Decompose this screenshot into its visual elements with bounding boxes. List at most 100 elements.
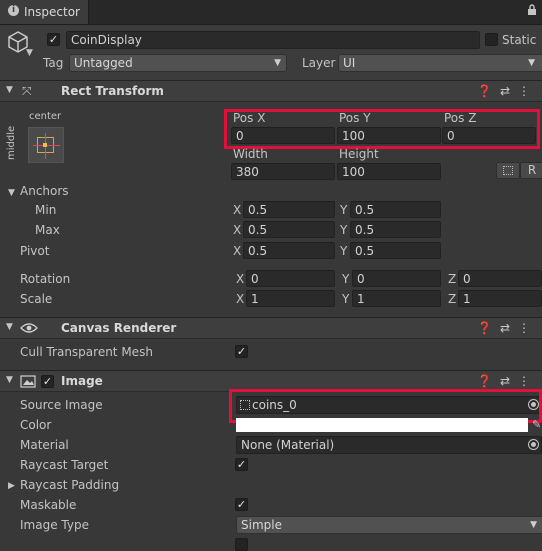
- pivot-x-axis: X: [233, 244, 242, 258]
- pivot-x-field[interactable]: 0.5: [243, 242, 335, 259]
- blueprint-icon: [503, 166, 513, 175]
- layer-label: Layer: [302, 56, 336, 70]
- scale-label: Scale: [20, 292, 53, 306]
- image-type-label: Image Type: [20, 518, 89, 532]
- active-checkbox[interactable]: ✓: [47, 33, 60, 46]
- material-field[interactable]: None (Material): [236, 436, 542, 454]
- anchor-preset-side-label: middle: [6, 125, 17, 160]
- anchor-preset-top-label: center: [29, 111, 62, 122]
- tab-inspector[interactable]: i Inspector: [0, 0, 89, 24]
- static-label: Static: [502, 33, 537, 47]
- source-image-label: Source Image: [20, 398, 103, 412]
- material-label: Material: [20, 438, 69, 452]
- menu-icon[interactable]: ⋮: [518, 374, 538, 388]
- tag-label: Tag: [43, 56, 64, 70]
- canvas-renderer-header[interactable]: ▼ Canvas Renderer ❓⇄⋮: [0, 317, 542, 339]
- section-title: Canvas Renderer: [61, 321, 177, 335]
- rect-transform-icon: ⤧: [22, 84, 32, 98]
- raycast-target-label: Raycast Target: [20, 458, 109, 472]
- static-checkbox[interactable]: [485, 33, 498, 46]
- menu-icon[interactable]: ⋮: [518, 84, 538, 98]
- max-x-field[interactable]: 0.5: [243, 221, 335, 238]
- anchor-preset-button[interactable]: [28, 127, 64, 163]
- rot-z-axis: Z: [448, 272, 457, 286]
- preset-icon[interactable]: ⇄: [500, 84, 518, 98]
- raw-edit-button[interactable]: R: [520, 162, 542, 179]
- rotation-x-field[interactable]: 0: [246, 270, 335, 287]
- dropdown-arrow-icon: ▼: [274, 58, 281, 68]
- max-x-axis: X: [233, 223, 242, 237]
- foldout-arrow-icon: ▼: [6, 85, 13, 95]
- header-tools[interactable]: ❓⇄⋮: [477, 374, 538, 388]
- header-tools[interactable]: ❓⇄⋮: [477, 84, 538, 98]
- min-x-axis: X: [233, 203, 242, 217]
- maskable-checkbox[interactable]: ✓: [235, 498, 248, 511]
- object-name-field[interactable]: CoinDisplay: [66, 31, 480, 49]
- preset-icon[interactable]: ⇄: [500, 321, 518, 335]
- maskable-label: Maskable: [20, 498, 77, 512]
- min-y-field[interactable]: 0.5: [350, 201, 441, 218]
- scale-y-axis: Y: [342, 292, 350, 306]
- tab-label: Inspector: [24, 5, 80, 19]
- eye-icon: [20, 322, 38, 337]
- help-icon[interactable]: ❓: [477, 84, 500, 98]
- scale-z-axis: Z: [448, 292, 457, 306]
- info-icon: i: [8, 5, 19, 16]
- rotation-label: Rotation: [20, 272, 71, 286]
- preset-icon[interactable]: ⇄: [500, 374, 518, 388]
- pivot-label: Pivot: [20, 244, 50, 258]
- scale-y-field[interactable]: 1: [352, 290, 441, 307]
- anchor-dot: [43, 143, 47, 147]
- layer-dropdown[interactable]: UI ▼: [338, 54, 542, 72]
- foldout-arrow-icon: ▼: [6, 375, 13, 385]
- cull-transparent-checkbox[interactable]: ✓: [235, 345, 248, 358]
- raycast-padding-label: Raycast Padding: [20, 478, 120, 492]
- height-label: Height: [339, 147, 379, 161]
- width-label: Width: [233, 147, 268, 161]
- image-enabled-checkbox[interactable]: ✓: [41, 375, 54, 388]
- eyedropper-icon[interactable]: ✎: [532, 418, 541, 431]
- rot-y-axis: Y: [342, 272, 350, 286]
- anchors-foldout-icon[interactable]: ▼: [8, 188, 15, 198]
- blueprint-mode-button[interactable]: [496, 162, 520, 179]
- rect-transform-header[interactable]: ▼ ⤧ Rect Transform ❓⇄⋮: [0, 80, 542, 102]
- raw-edit-label: R: [527, 163, 537, 177]
- min-x-field[interactable]: 0.5: [243, 201, 335, 218]
- layer-value: UI: [343, 56, 356, 70]
- section-title: Rect Transform: [61, 84, 164, 98]
- chevron-down-icon[interactable]: ▼: [26, 48, 33, 58]
- max-y-field[interactable]: 0.5: [350, 221, 441, 238]
- rot-x-axis: X: [236, 272, 245, 286]
- rotation-z-field[interactable]: 0: [458, 270, 542, 287]
- raycast-padding-foldout-icon[interactable]: ▶: [8, 481, 15, 491]
- object-picker-icon[interactable]: [528, 439, 539, 450]
- lock-icon[interactable]: [527, 4, 537, 19]
- material-value: None (Material): [241, 438, 335, 452]
- help-icon[interactable]: ❓: [477, 321, 500, 335]
- anchors-label: Anchors: [20, 184, 69, 198]
- next-row-checkbox[interactable]: [235, 538, 248, 551]
- raycast-target-checkbox[interactable]: ✓: [235, 458, 248, 471]
- header-tools[interactable]: ❓⇄⋮: [477, 321, 538, 335]
- rotation-y-field[interactable]: 0: [352, 270, 441, 287]
- image-component-icon: [20, 375, 36, 391]
- scale-x-field[interactable]: 1: [246, 290, 335, 307]
- highlight-position-box: [224, 109, 540, 149]
- scale-z-field[interactable]: 1: [458, 290, 542, 307]
- image-type-value: Simple: [241, 518, 282, 532]
- menu-icon[interactable]: ⋮: [518, 321, 538, 335]
- scale-x-axis: X: [236, 292, 245, 306]
- min-y-axis: Y: [340, 203, 348, 217]
- cull-transparent-label: Cull Transparent Mesh: [20, 345, 153, 359]
- image-type-dropdown[interactable]: Simple ▼: [236, 516, 542, 534]
- max-label: Max: [35, 223, 60, 237]
- tag-dropdown[interactable]: Untagged ▼: [69, 54, 287, 72]
- help-icon[interactable]: ❓: [477, 374, 500, 388]
- color-swatch[interactable]: [236, 418, 528, 432]
- width-field[interactable]: 380: [231, 163, 335, 180]
- tag-value: Untagged: [74, 56, 133, 70]
- min-label: Min: [35, 203, 57, 217]
- height-field[interactable]: 100: [337, 163, 441, 180]
- pivot-y-field[interactable]: 0.5: [350, 242, 441, 259]
- pivot-y-axis: Y: [340, 244, 348, 258]
